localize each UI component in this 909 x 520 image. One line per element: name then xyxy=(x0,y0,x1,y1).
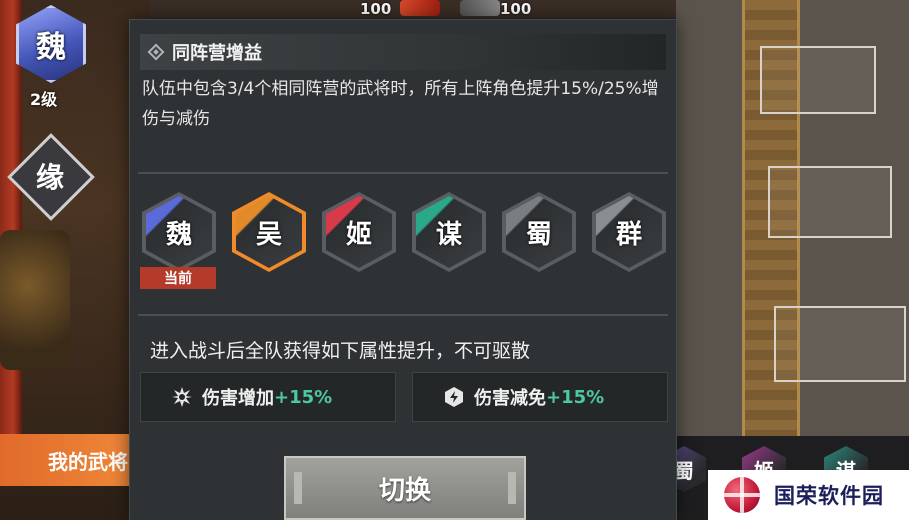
faction-option[interactable]: 吴 xyxy=(232,192,306,272)
enemy-unit-icon xyxy=(400,0,440,16)
faction-option[interactable]: 谋 xyxy=(412,192,486,272)
current-tag: 当前 xyxy=(140,267,216,289)
faction-option[interactable]: 姬 xyxy=(322,192,396,272)
divider xyxy=(138,172,668,174)
panel-title: 同阵营增益 xyxy=(172,43,262,64)
bonus-description: 队伍中包含3/4个相同阵营的武将时，所有上阵角色提升15%/25%增伤与减伤 xyxy=(142,79,659,129)
fate-char: 缘 xyxy=(35,161,64,194)
faction-option[interactable]: 群 xyxy=(592,192,666,272)
fate-button[interactable]: 缘 xyxy=(7,133,95,221)
panel-header: 同阵营增益 xyxy=(140,34,666,70)
deploy-tile[interactable] xyxy=(768,166,892,238)
faction-option-char: 谋 xyxy=(435,219,462,250)
diamond-icon xyxy=(147,43,165,61)
switch-button[interactable]: 切换 xyxy=(284,456,526,520)
faction-badge[interactable]: 魏 xyxy=(14,2,88,86)
watermark: 国荣软件园 xyxy=(708,470,909,520)
stat-value: +15% xyxy=(274,386,333,408)
my-generals-tab[interactable]: 我的武将 xyxy=(0,434,140,486)
faction-char: 魏 xyxy=(36,30,66,65)
stat-value: +15% xyxy=(546,386,605,408)
faction-option-char: 群 xyxy=(615,219,642,250)
stat-label: 伤害增加 xyxy=(202,388,274,409)
stone-decoration xyxy=(0,230,70,370)
stat-label: 伤害减免 xyxy=(474,388,546,409)
faction-option[interactable]: 蜀 xyxy=(502,192,576,272)
deploy-tile[interactable] xyxy=(760,46,876,114)
stat-damage-reduction: 伤害减免 +15% xyxy=(412,372,668,422)
faction-hex: 魏 xyxy=(16,5,86,83)
watermark-globe-icon xyxy=(724,477,760,513)
faction-bonus-panel: 同阵营增益 队伍中包含3/4个相同阵营的武将时，所有上阵角色提升15%/25%增… xyxy=(130,20,676,520)
faction-option-char: 吴 xyxy=(255,219,282,250)
unit-hp-left: 100 xyxy=(360,0,392,18)
damage-boost-icon xyxy=(172,387,192,407)
faction-level: 2级 xyxy=(30,90,58,109)
deploy-tile[interactable] xyxy=(774,306,906,382)
faction-option-char: 蜀 xyxy=(525,219,552,250)
bonus-intro: 进入战斗后全队获得如下属性提升，不可驱散 xyxy=(150,340,531,362)
faction-option-char: 姬 xyxy=(345,219,372,250)
divider xyxy=(138,314,668,316)
stat-damage-boost: 伤害增加 +15% xyxy=(140,372,396,422)
enemy-unit-icon xyxy=(460,0,500,16)
damage-reduction-icon xyxy=(444,387,464,407)
unit-hp-right: 100 xyxy=(500,0,532,18)
watermark-text: 国荣软件园 xyxy=(774,484,884,508)
faction-option-char: 魏 xyxy=(165,219,192,250)
faction-option[interactable]: 魏 xyxy=(142,192,216,272)
